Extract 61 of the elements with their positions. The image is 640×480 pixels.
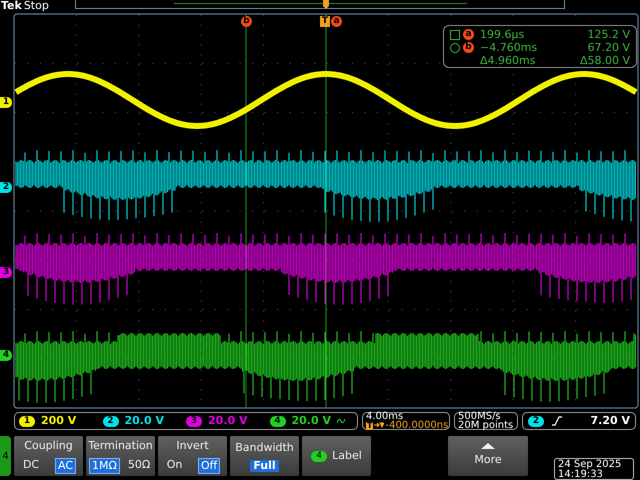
readout-time: Δ4.960ms [480, 54, 536, 67]
square-icon [450, 30, 460, 40]
trigger-delay-icon: T [366, 422, 374, 430]
readout-value: Δ58.00 V [578, 54, 630, 67]
acquisition-status: Stop [24, 0, 49, 12]
menu-title: Bandwidth [235, 440, 294, 456]
channel-marker[interactable]: 3 [0, 267, 12, 278]
readout-value: 67.20 V [586, 41, 630, 54]
menu-option[interactable]: DC [20, 458, 42, 474]
time-text: 14:19:33 [558, 470, 604, 480]
menu-title: Coupling [24, 438, 73, 454]
channel-scale[interactable]: 20.0 V [292, 412, 331, 430]
trigger-position-icon [322, 0, 330, 9]
acquisition-panel[interactable]: 500MS/s 20M points [454, 412, 518, 430]
menu-option[interactable]: AC [55, 458, 76, 474]
channel-badge[interactable]: 2 [102, 416, 118, 426]
menu-button[interactable]: 4 Label [302, 436, 371, 476]
channel-scale[interactable]: 20.0 V [124, 412, 164, 430]
trigger-panel[interactable]: 2 7.20 V [522, 412, 636, 430]
channel-tab[interactable]: 4 [0, 436, 11, 476]
cursor-label[interactable]: b [241, 16, 252, 27]
channel-badge: 2 [528, 416, 544, 426]
brand-logo: Tek [0, 0, 22, 12]
readout-value: 125.2 V [586, 28, 630, 41]
more-label: More [474, 452, 502, 468]
channel-marker[interactable]: 2 [0, 182, 12, 193]
slope-icon [552, 416, 562, 426]
menu-title: Invert [176, 438, 209, 454]
more-button[interactable]: More [448, 436, 528, 476]
cursor-label: a [463, 29, 474, 40]
sample-rate: 500MS/s [458, 412, 501, 421]
readout-time: −4.760ms [480, 41, 538, 54]
timebase-panel[interactable]: 4.00ms T -400.0000ns [362, 412, 450, 430]
menu-title: Label [332, 448, 362, 464]
channel-scale[interactable]: 200 V [41, 412, 76, 430]
menu-title: Termination [88, 438, 153, 454]
channel-badge[interactable]: 3 [186, 416, 202, 426]
circle-icon [450, 42, 460, 52]
arrow-icon [374, 422, 384, 429]
trigger-level: 7.20 V [590, 412, 630, 429]
menu-value: Full [250, 460, 279, 472]
record-length: 20M points [458, 421, 514, 430]
channel-badge: 4 [311, 450, 328, 462]
menu-option[interactable]: 50Ω [126, 458, 152, 474]
channel-badge[interactable]: 1 [19, 416, 35, 426]
date-text: 24 Sep 2025 [558, 460, 622, 470]
channel-marker[interactable]: 1 [0, 97, 12, 108]
channel-scale[interactable]: 20.0 V [208, 412, 248, 430]
cursor-label: b [463, 42, 474, 53]
up-arrow-icon [481, 443, 495, 450]
trigger-delay: -400.0000ns [385, 421, 448, 430]
time-per-division: 4.00ms [366, 412, 404, 421]
channel-marker[interactable]: 4 [0, 350, 12, 361]
menu-option[interactable]: 1MΩ [89, 458, 120, 474]
cursor-label[interactable]: a [331, 16, 342, 27]
channel-badge[interactable]: 4 [270, 416, 286, 426]
menu-button[interactable]: Bandwidth Full [230, 436, 299, 476]
readout-time: 199.6µs [480, 28, 526, 41]
menu-option[interactable]: On [164, 458, 184, 474]
menu-option[interactable]: Off [198, 458, 220, 474]
trigger-marker: T [320, 16, 330, 27]
